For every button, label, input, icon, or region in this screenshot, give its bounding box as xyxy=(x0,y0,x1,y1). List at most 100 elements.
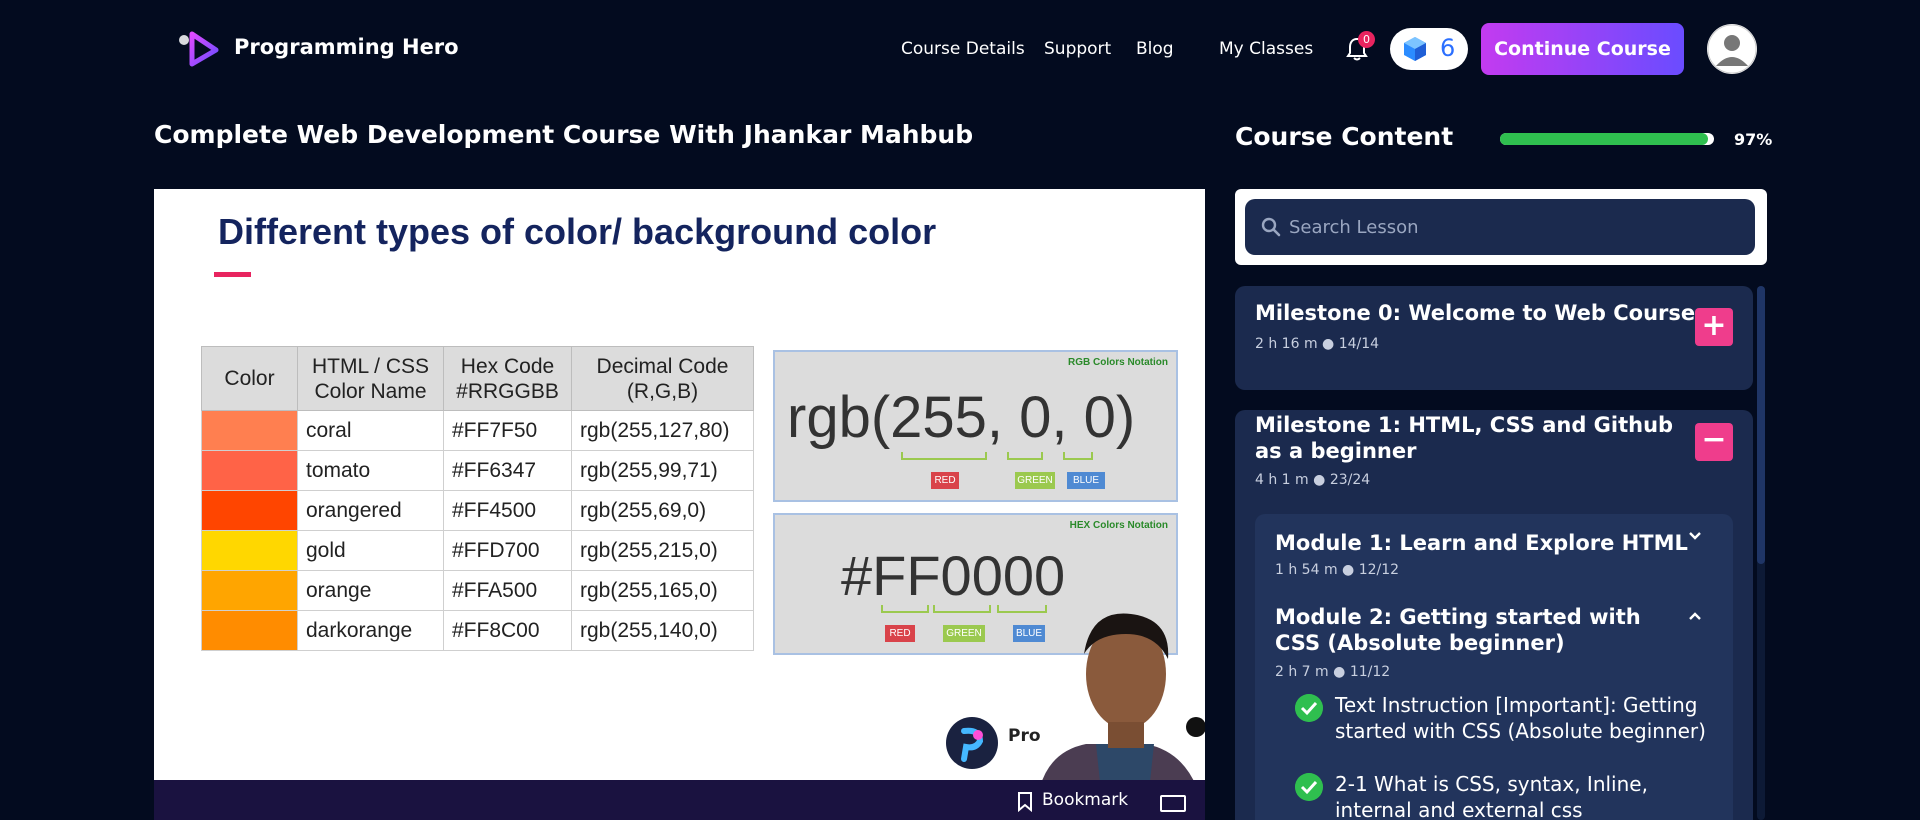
module-2-meta: 2 h 7 m ● 11/12 xyxy=(1275,664,1391,680)
lightbulb-icon xyxy=(1186,717,1205,737)
module-count: 11/12 xyxy=(1349,664,1391,680)
milestone-0[interactable]: Milestone 0: Welcome to Web Course 2 h 1… xyxy=(1235,286,1753,390)
rgb-notation-panel: RGB Colors Notation rgb(255, 0, 0) RED G… xyxy=(773,350,1178,502)
color-name-cell: darkorange xyxy=(297,610,444,651)
hex-notation-value: #FF0000 xyxy=(841,544,1066,607)
hex-code-cell: #FF7F50 xyxy=(443,410,572,451)
gem-counter[interactable]: 6 xyxy=(1390,28,1468,70)
decimal-code-cell: rgb(255,99,71) xyxy=(571,450,754,491)
milestone-duration: 2 h 16 m xyxy=(1255,336,1318,352)
color-name-cell: gold xyxy=(297,530,444,571)
color-swatch xyxy=(201,450,298,491)
milestone-count: 14/14 xyxy=(1338,336,1380,352)
brace-hex-green xyxy=(933,605,991,613)
decimal-code-cell: rgb(255,127,80) xyxy=(571,410,754,451)
lesson-item[interactable]: 2-1 What is CSS, syntax, Inline, interna… xyxy=(1295,771,1715,820)
tag-hex-red: RED xyxy=(885,625,915,642)
nav-link-blog[interactable]: Blog xyxy=(1136,39,1174,59)
bookmark-icon[interactable] xyxy=(1017,791,1033,812)
gem-count: 6 xyxy=(1440,34,1456,62)
programming-hero-logo-icon[interactable] xyxy=(176,26,224,82)
nav-link-course-details[interactable]: Course Details xyxy=(901,39,1025,59)
fullscreen-icon[interactable] xyxy=(1160,795,1186,812)
hex-code-cell: #FFD700 xyxy=(443,530,572,571)
lesson-item[interactable]: Text Instruction [Important]: Getting st… xyxy=(1295,692,1715,752)
module-1-meta: 1 h 54 m ● 12/12 xyxy=(1275,562,1400,578)
search-input[interactable] xyxy=(1289,199,1739,255)
color-swatch xyxy=(201,410,298,451)
course-progress-bar xyxy=(1500,133,1714,145)
search-icon xyxy=(1261,217,1281,237)
module-1-title[interactable]: Module 1: Learn and Explore HTML xyxy=(1275,530,1688,556)
milestone-duration: 4 h 1 m xyxy=(1255,472,1309,488)
color-swatch xyxy=(201,570,298,611)
tag-red: RED xyxy=(931,472,959,489)
decimal-code-cell: rgb(255,140,0) xyxy=(571,610,754,651)
brand-name[interactable]: Programming Hero xyxy=(234,35,459,59)
gem-icon xyxy=(1404,37,1426,61)
milestone-count: 23/24 xyxy=(1329,472,1371,488)
search-box[interactable] xyxy=(1245,199,1755,255)
brace-red xyxy=(901,452,987,460)
lesson-title: 2-1 What is CSS, syntax, Inline, interna… xyxy=(1335,772,1648,820)
color-name-cell: tomato xyxy=(297,450,444,491)
course-progress-fill xyxy=(1500,133,1708,145)
color-swatch xyxy=(201,530,298,571)
chevron-down-icon[interactable] xyxy=(1687,528,1703,544)
bookmark-button[interactable]: Bookmark xyxy=(1042,790,1128,810)
expand-button[interactable]: + xyxy=(1695,308,1733,346)
course-title: Complete Web Development Course With Jha… xyxy=(154,120,974,149)
nav-link-support[interactable]: Support xyxy=(1044,39,1111,59)
slide-title: Different types of color/ background col… xyxy=(218,211,937,252)
module-count: 12/12 xyxy=(1358,562,1400,578)
table-row: darkorange #FF8C00 rgb(255,140,0) xyxy=(201,610,754,651)
decimal-code-cell: rgb(255,69,0) xyxy=(571,490,754,531)
module-list: Module 1: Learn and Explore HTML 1 h 54 … xyxy=(1255,514,1733,820)
decimal-code-cell: rgb(255,215,0) xyxy=(571,530,754,571)
table-row: orange #FFA500 rgb(255,165,0) xyxy=(201,570,754,611)
module-duration: 1 h 54 m xyxy=(1275,562,1338,578)
table-row: orangered #FF4500 rgb(255,69,0) xyxy=(201,490,754,531)
brace-hex-red xyxy=(881,605,929,613)
brace-green xyxy=(1007,452,1043,460)
hex-code-cell: #FFA500 xyxy=(443,570,572,611)
nav-link-my-classes[interactable]: My Classes xyxy=(1219,39,1313,59)
check-circle-icon xyxy=(1295,773,1323,801)
notification-badge: 0 xyxy=(1358,31,1375,48)
video-control-bar: Bookmark xyxy=(154,780,1205,820)
chevron-up-icon[interactable] xyxy=(1687,608,1703,624)
milestone-title: Milestone 0: Welcome to Web Course xyxy=(1255,301,1696,325)
avatar[interactable] xyxy=(1707,24,1757,74)
color-swatch xyxy=(201,490,298,531)
color-name-cell: coral xyxy=(297,410,444,451)
milestone-meta: 4 h 1 m ● 23/24 xyxy=(1255,472,1371,488)
table-row: tomato #FF6347 rgb(255,99,71) xyxy=(201,450,754,491)
course-progress-percent: 97% xyxy=(1734,130,1773,149)
hex-notation-label: HEX Colors Notation xyxy=(1069,520,1168,531)
milestone-meta: 2 h 16 m ● 14/14 xyxy=(1255,336,1380,352)
module-2-title[interactable]: Module 2: Getting started with CSS (Abso… xyxy=(1275,604,1675,656)
sidebar-scrollbar-thumb[interactable] xyxy=(1757,286,1765,564)
table-header-hex: Hex Code #RRGGBB xyxy=(443,346,572,411)
rgb-notation-value: rgb(255, 0, 0) xyxy=(787,385,1136,450)
color-table: Color HTML / CSS Color Name Hex Code #RR… xyxy=(201,346,754,651)
collapse-button[interactable]: − xyxy=(1695,423,1733,461)
video-player[interactable]: Different types of color/ background col… xyxy=(154,189,1205,820)
hex-code-cell: #FF6347 xyxy=(443,450,572,491)
brace-blue xyxy=(1063,452,1093,460)
tag-blue: BLUE xyxy=(1067,472,1105,489)
tag-green: GREEN xyxy=(1015,472,1055,489)
table-row: gold #FFD700 rgb(255,215,0) xyxy=(201,530,754,571)
color-name-cell: orangered xyxy=(297,490,444,531)
lesson-title: Text Instruction [Important]: Getting st… xyxy=(1335,693,1706,743)
continue-course-button[interactable]: Continue Course xyxy=(1481,23,1684,75)
user-icon xyxy=(1707,24,1757,74)
hex-code-cell: #FF4500 xyxy=(443,490,572,531)
decimal-code-cell: rgb(255,165,0) xyxy=(571,570,754,611)
table-header-decimal: Decimal Code (R,G,B) xyxy=(571,346,754,411)
color-name-cell: orange xyxy=(297,570,444,611)
rgb-notation-label: RGB Colors Notation xyxy=(1068,357,1168,368)
milestone-title: Milestone 1: HTML, CSS and Github as a b… xyxy=(1255,413,1674,463)
search-panel xyxy=(1235,189,1767,265)
slide-title-underline xyxy=(214,272,251,277)
